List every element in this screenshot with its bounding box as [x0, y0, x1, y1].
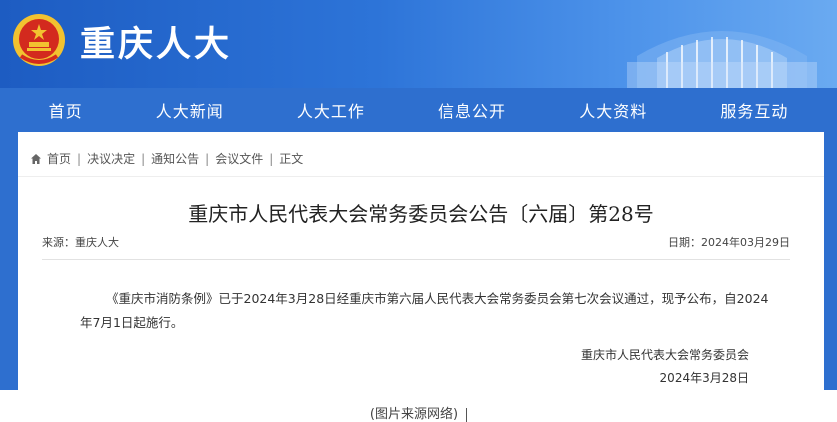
nav-item-disclosure[interactable]: 信息公开	[438, 98, 506, 122]
breadcrumb-notices[interactable]: 通知公告	[151, 150, 199, 167]
article-card: 首页 | 决议决定 | 通知公告 | 会议文件 | 正文 重庆市人民代表大会常务…	[18, 132, 824, 390]
national-emblem-icon	[13, 14, 65, 66]
breadcrumb-home[interactable]: 首页	[47, 150, 71, 167]
breadcrumb-separator: |	[205, 151, 210, 166]
meta-divider	[42, 259, 790, 260]
image-caption-text: (图片来源网络)	[369, 407, 459, 422]
signature-date: 2024年3月28日	[659, 371, 749, 385]
nav-item-materials[interactable]: 人大资料	[579, 98, 647, 122]
home-icon	[31, 153, 41, 164]
breadcrumb-current: 正文	[279, 152, 304, 166]
nav-item-news[interactable]: 人大新闻	[156, 98, 224, 122]
breadcrumb: 首页 | 决议决定 | 通知公告 | 会议文件 | 正文	[30, 150, 303, 167]
nav-item-work[interactable]: 人大工作	[297, 98, 365, 122]
site-title[interactable]: 重庆人大	[80, 16, 232, 67]
breadcrumb-separator: |	[77, 151, 82, 166]
article-date: 日期：2024年03月29日	[668, 236, 790, 249]
breadcrumb-resolutions[interactable]: 决议决定	[87, 150, 135, 167]
breadcrumb-divider	[18, 176, 824, 177]
image-caption: (图片来源网络)	[0, 403, 837, 422]
article-body: 《重庆市消防条例》已于2024年3月28日经重庆市第六届人民代表大会常务委员会第…	[80, 291, 769, 330]
nav-item-service[interactable]: 服务互动	[720, 98, 788, 122]
signature-organization: 重庆市人民代表大会常务委员会	[580, 348, 749, 362]
breadcrumb-separator: |	[269, 151, 274, 166]
site-header-banner: 重庆人大	[0, 0, 837, 88]
article-source: 来源：重庆人大	[42, 236, 119, 249]
article-title: 重庆市人民代表大会常务委员会公告〔六届〕第28号	[188, 202, 654, 226]
main-nav: 首页 人大新闻 人大工作 信息公开 人大资料 服务互动	[0, 88, 837, 132]
nav-item-home[interactable]: 首页	[49, 98, 83, 122]
breadcrumb-separator: |	[141, 151, 146, 166]
breadcrumb-meeting-docs[interactable]: 会议文件	[215, 150, 263, 167]
building-graphic	[627, 31, 817, 88]
text-cursor	[466, 407, 468, 422]
